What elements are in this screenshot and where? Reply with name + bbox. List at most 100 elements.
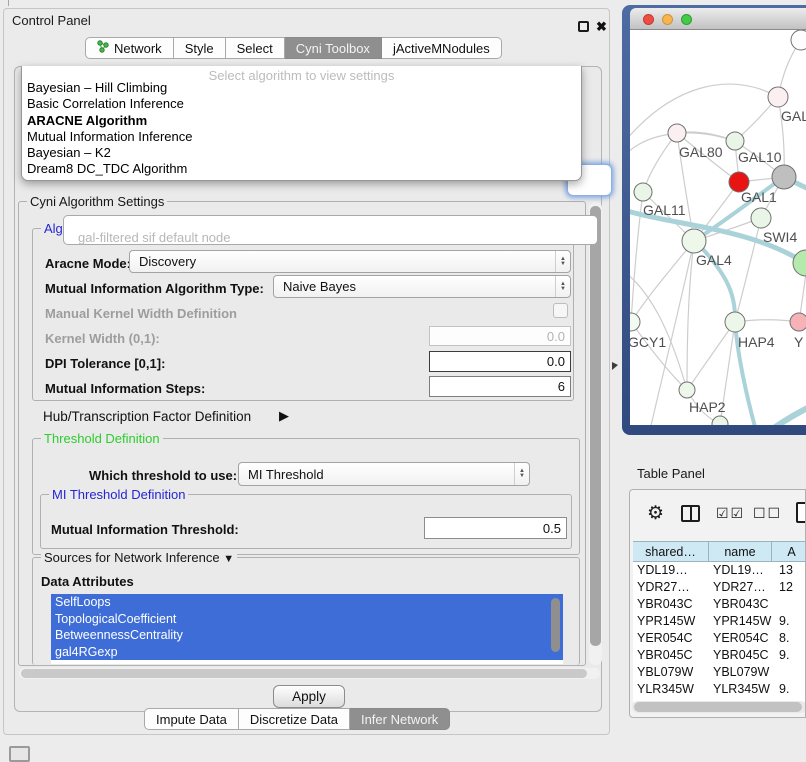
which-threshold-combo[interactable]: MI Threshold ▲▼ (238, 462, 530, 486)
algorithm-option-dream8-dc-tdc-algorithm[interactable]: Dream8 DC_TDC Algorithm (22, 161, 581, 177)
network-node-hap2[interactable] (679, 382, 695, 398)
algorithm-option-mutual-information-inference[interactable]: Mutual Information Inference (22, 129, 581, 145)
table-row[interactable]: YER054CYER054C8. (633, 630, 806, 647)
new-table-icon[interactable] (796, 502, 806, 523)
apply-button[interactable]: Apply (273, 685, 345, 708)
network-node-gal10[interactable] (726, 132, 744, 150)
kernel-width-field[interactable]: 0.0 (429, 326, 571, 346)
float-window-icon[interactable] (578, 21, 589, 32)
network-node-gal80[interactable] (668, 124, 686, 142)
network-edge (630, 270, 687, 390)
network-selector-combo[interactable]: gal-filtered sif default node (63, 215, 598, 245)
network-node[interactable] (793, 250, 806, 276)
tab-impute-data[interactable]: Impute Data (144, 708, 239, 730)
table-row[interactable]: YLR345WYLR345W9. (633, 681, 806, 698)
gear-icon[interactable]: ⚙ (647, 502, 664, 525)
algorithm-dropdown: Select algorithm to view settings Bayesi… (21, 66, 582, 181)
settings-hscrollbar-thumb[interactable] (21, 669, 587, 678)
list-scrollbar-thumb[interactable] (551, 598, 560, 652)
network-icon (97, 40, 109, 56)
table-cell: YBR045C (637, 648, 693, 662)
table-header-shared-[interactable]: shared… (633, 541, 709, 562)
settings-vscrollbar-thumb[interactable] (590, 206, 601, 646)
table-cell: YPR145W (637, 614, 695, 628)
mi-steps-label: Mutual Information Steps: (45, 381, 205, 396)
algorithm-option-aracne-algorithm[interactable]: ARACNE Algorithm (22, 113, 581, 129)
network-node[interactable] (791, 30, 806, 50)
network-canvas[interactable]: GALGAL80GAL10GAL1GAL11SWI4GAL4GCY1HAP4YH… (630, 30, 806, 425)
network-edge (630, 84, 778, 145)
network-node-hap4[interactable] (725, 312, 745, 332)
table-row[interactable]: YDR27…YDR27…12 (633, 579, 806, 596)
network-node[interactable] (712, 416, 728, 425)
network-node[interactable] (772, 165, 796, 189)
network-window: GALGAL80GAL10GAL1GAL11SWI4GAL4GCY1HAP4YH… (622, 5, 806, 435)
node-label: GAL80 (679, 144, 723, 160)
zoom-traffic-light-icon[interactable] (681, 14, 692, 25)
network-node-gal[interactable] (768, 87, 788, 107)
tab-select[interactable]: Select (226, 37, 285, 59)
tab-cyni-toolbox[interactable]: Cyni Toolbox (285, 37, 382, 59)
network-titlebar[interactable] (630, 8, 806, 30)
close-icon[interactable]: ✖ (596, 19, 607, 35)
data-attribute-item[interactable]: BetweennessCentrality (51, 627, 563, 644)
mi-threshold-definition-title: MI Threshold Definition (49, 487, 188, 502)
mi-threshold-field[interactable]: 0.5 (424, 517, 567, 539)
mi-type-label: Mutual Information Algorithm Type: (45, 281, 264, 296)
network-node-swi4[interactable] (751, 208, 771, 228)
network-node-gcy1[interactable] (630, 313, 640, 331)
dpi-tolerance-field[interactable]: 0.0 (429, 351, 571, 372)
minimize-traffic-light-icon[interactable] (662, 14, 673, 25)
tab-jactivemnodules[interactable]: jActiveMNodules (382, 37, 502, 59)
table-header-name[interactable]: name (709, 541, 772, 562)
table-cell: YBR045C (713, 648, 769, 662)
algorithm-option-bayesian-k2[interactable]: Bayesian – K2 (22, 145, 581, 161)
table-cell: YPR145W (713, 614, 771, 628)
sources-collapse-arrow-icon[interactable]: ▼ (223, 553, 234, 565)
table-row[interactable]: YPR145W YPR145W 9. (633, 613, 806, 630)
table-cell: YBR043C (637, 597, 693, 611)
table-cell: YLR345W (637, 682, 694, 696)
deselect-all-checkboxes-icon[interactable]: ☐☐ (753, 505, 782, 522)
data-attributes-label: Data Attributes (41, 574, 134, 589)
column-layout-icon[interactable] (681, 505, 700, 522)
select-all-checkboxes-icon[interactable]: ☑☑ (716, 505, 745, 522)
table-header-a[interactable]: A (772, 541, 806, 562)
table-row[interactable]: YDL19…YDL19…13 (633, 562, 806, 579)
close-traffic-light-icon[interactable] (643, 14, 654, 25)
manual-kernel-label: Manual Kernel Width Definition (45, 306, 237, 321)
tab-infer-network[interactable]: Infer Network (350, 708, 450, 730)
data-attribute-item[interactable]: gal4RGexp (51, 644, 563, 661)
aracne-mode-combo[interactable]: Discovery ▲▼ (129, 250, 571, 273)
node-label: GAL4 (696, 252, 732, 268)
tab-style[interactable]: Style (174, 37, 226, 59)
hub-expand-arrow-icon[interactable]: ▶ (279, 408, 289, 424)
network-node-y[interactable] (790, 313, 806, 331)
which-threshold-label: Which threshold to use: (89, 468, 237, 483)
network-node-gal4[interactable] (682, 229, 706, 253)
table-hscrollbar-thumb[interactable] (634, 702, 802, 712)
tab-discretize-data[interactable]: Discretize Data (239, 708, 350, 730)
table-row[interactable]: YBL079WYBL079W (633, 664, 806, 681)
data-attributes-list[interactable]: SelfLoopsTopologicalCoefficientBetweenne… (51, 594, 563, 664)
algorithm-option-basic-correlation-inference[interactable]: Basic Correlation Inference (22, 96, 581, 112)
data-attribute-item[interactable]: TopologicalCoefficient (51, 611, 563, 628)
tab-network[interactable]: Network (85, 37, 174, 59)
table-cell: 13 (779, 563, 793, 577)
aracne-mode-label: Aracne Mode: (45, 256, 131, 271)
tab-label: Style (185, 41, 214, 56)
mi-type-combo[interactable]: Naive Bayes ▲▼ (273, 275, 571, 298)
combo-stepper-icon: ▲▼ (514, 463, 529, 485)
mi-steps-field[interactable]: 6 (429, 376, 571, 397)
data-attribute-item[interactable]: SelfLoops (51, 594, 563, 611)
table-cell: YDR27… (713, 580, 766, 594)
mi-threshold-label: Mutual Information Threshold: (51, 522, 239, 537)
table-row[interactable]: YBR043CYBR043C (633, 596, 806, 613)
frame-tick (8, 0, 9, 6)
table-row[interactable]: YBR045CYBR045C9. (633, 647, 806, 664)
table-cell: 9. (779, 614, 789, 628)
network-node-gal11[interactable] (634, 183, 652, 201)
minimized-panel-icon[interactable] (9, 746, 30, 762)
manual-kernel-checkbox[interactable] (553, 303, 568, 318)
top-tab-bar: Network Style SelectCyni ToolboxjActiveMNo… (85, 37, 502, 59)
